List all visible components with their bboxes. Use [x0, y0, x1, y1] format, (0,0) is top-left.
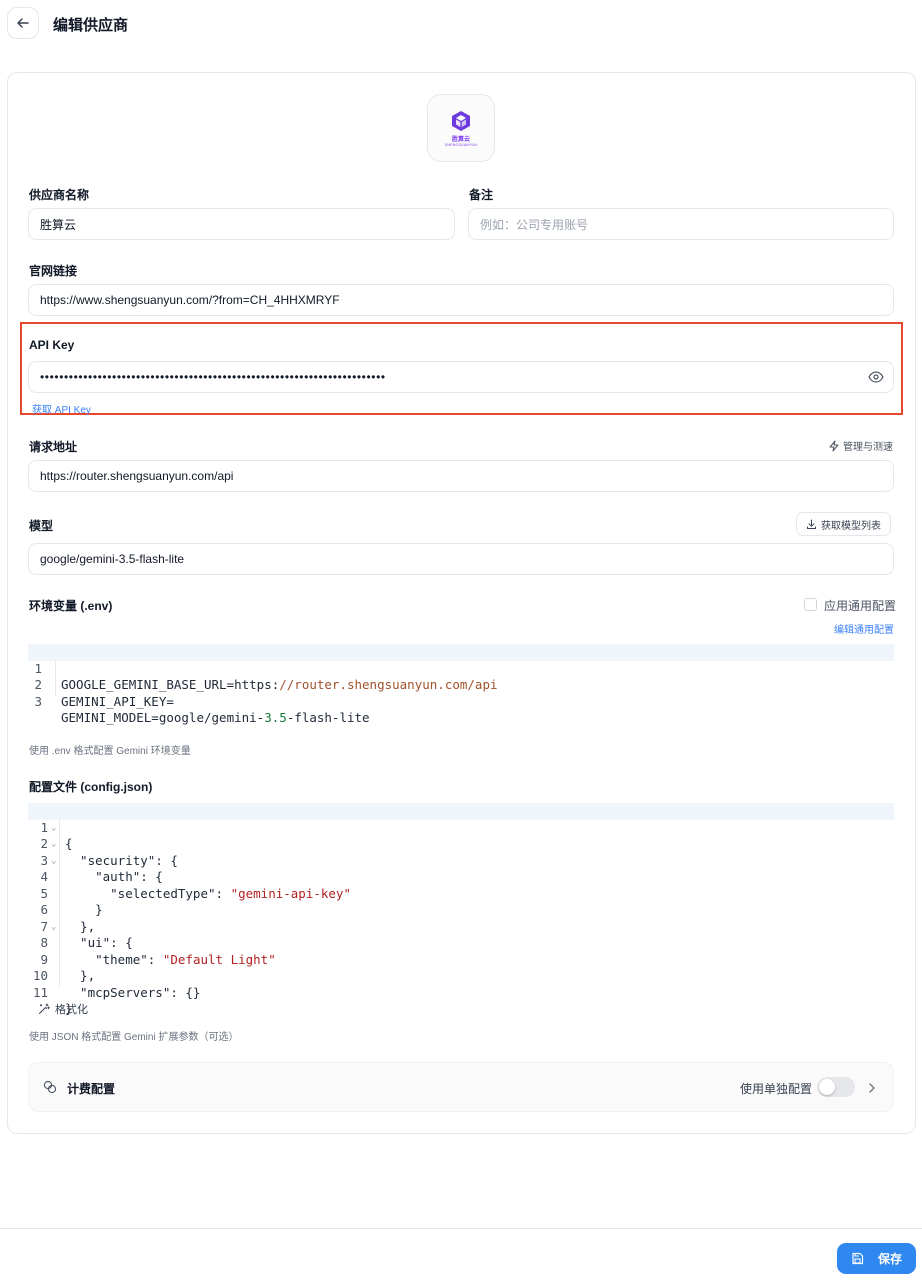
save-icon — [852, 1252, 864, 1265]
endpoint-label: 请求地址 — [29, 440, 78, 454]
coins-icon — [43, 1080, 57, 1099]
format-button-label: 格式化 — [55, 1004, 88, 1016]
show-password-toggle[interactable] — [868, 370, 884, 389]
billing-toggle-label: 使用单独配置 — [740, 1082, 813, 1096]
magic-wand-icon — [39, 1003, 50, 1014]
model-label: 模型 — [29, 519, 54, 533]
model-input[interactable]: google/gemini-3.5-flash-lite — [28, 543, 894, 575]
footer-divider — [0, 1228, 922, 1229]
website-value: https://www.shengsuanyun.com/?from=CH_4H… — [40, 293, 340, 307]
provider-logo[interactable]: 胜算云 SHENGSUANYUN — [427, 94, 495, 162]
config-line-7: 7 ⌄ "ui": { — [40, 918, 133, 951]
back-button[interactable] — [7, 7, 39, 39]
config-line-11: 11 } — [32, 984, 73, 1017]
env-line-1: 1 GOOGLE_GEMINI_BASE_URL=https://router.… — [28, 644, 894, 692]
save-button-label: 保存 — [877, 1252, 902, 1266]
env-label: 环境变量 (.env) — [29, 599, 113, 613]
api-key-input[interactable]: ••••••••••••••••••••••••••••••••••••••••… — [28, 361, 894, 393]
provider-name-label: 供应商名称 — [29, 188, 90, 202]
apply-common-config-label: 应用通用配置 — [824, 599, 897, 613]
config-label: 配置文件 (config.json) — [29, 780, 153, 794]
api-key-label: API Key — [29, 338, 75, 352]
endpoint-value: https://router.shengsuanyun.com/api — [40, 469, 234, 483]
billing-toggle[interactable] — [817, 1077, 855, 1097]
api-key-masked-value: ••••••••••••••••••••••••••••••••••••••••… — [40, 370, 386, 384]
eye-icon — [868, 371, 884, 383]
toggle-knob — [819, 1079, 835, 1095]
env-editor[interactable]: 1 GOOGLE_GEMINI_BASE_URL=https://router.… — [28, 644, 894, 726]
apply-common-config-checkbox[interactable] — [804, 598, 817, 611]
config-line-8: 8 "theme": "Default Light" — [40, 935, 276, 967]
checkbox-box — [804, 598, 817, 611]
note-input[interactable]: 例如：公司专用账号 — [468, 208, 894, 240]
website-input[interactable]: https://www.shengsuanyun.com/?from=CH_4H… — [28, 284, 894, 316]
config-line-9: 9 }, — [40, 951, 96, 984]
note-placeholder: 例如：公司专用账号 — [480, 217, 589, 232]
chevron-right-icon[interactable] — [868, 1081, 876, 1099]
save-button[interactable]: 保存 — [837, 1243, 916, 1274]
provider-name-input[interactable]: 胜算云 — [28, 208, 455, 240]
website-label: 官网链接 — [29, 264, 78, 278]
env-line-3: 3 GEMINI_MODEL=google/gemini-3.5-flash-l… — [34, 693, 370, 726]
lightning-icon — [829, 440, 839, 451]
config-line-5: 5 } — [40, 885, 103, 918]
cube-logo-icon — [452, 110, 470, 131]
logo-subtext: SHENGSUANYUN — [445, 142, 477, 147]
logo-text: 胜算云 — [451, 136, 470, 143]
get-api-key-link[interactable]: 获取 API Key — [32, 401, 91, 416]
config-line-1: 1 ⌄ { — [28, 803, 894, 851]
config-line-10: 10 "mcpServers": {} — [32, 968, 201, 1000]
provider-name-value: 胜算云 — [40, 217, 77, 232]
config-line-4: 4 "selectedType": "gemini-api-key" — [40, 869, 351, 901]
config-line-2: 2 ⌄ "security": { — [40, 836, 178, 868]
download-icon — [807, 519, 816, 529]
config-line-3: 3 ⌄ "auth": { — [40, 852, 163, 885]
config-help-text: 使用 JSON 格式配置 Gemini 扩展参数（可选） — [29, 1032, 239, 1043]
manage-speedtest-label: 管理与测速 — [843, 442, 893, 453]
arrow-left-icon — [17, 18, 29, 28]
note-label: 备注 — [469, 188, 494, 202]
page-title: 编辑供应商 — [53, 17, 129, 34]
billing-label: 计费配置 — [67, 1082, 116, 1096]
config-editor[interactable]: 1 ⌄ { 2 ⌄ "security": { 3 ⌄ "auth": { 4 "se… — [28, 803, 894, 1017]
config-line-6: 6 }, — [40, 902, 96, 934]
fetch-models-label: 获取模型列表 — [821, 520, 881, 532]
format-button[interactable]: 格式化 — [38, 1001, 88, 1017]
endpoint-input[interactable]: https://router.shengsuanyun.com/api — [28, 460, 894, 492]
env-line-2: 2 GEMINI_API_KEY= — [34, 677, 174, 709]
edit-common-config-link[interactable]: 编辑通用配置 — [834, 621, 894, 636]
manage-speedtest-button[interactable]: 管理与测速 — [828, 438, 893, 453]
env-help-text: 使用 .env 格式配置 Gemini 环境变量 — [29, 746, 191, 757]
fetch-models-button[interactable]: 获取模型列表 — [796, 512, 891, 536]
model-value: google/gemini-3.5-flash-lite — [40, 552, 185, 566]
